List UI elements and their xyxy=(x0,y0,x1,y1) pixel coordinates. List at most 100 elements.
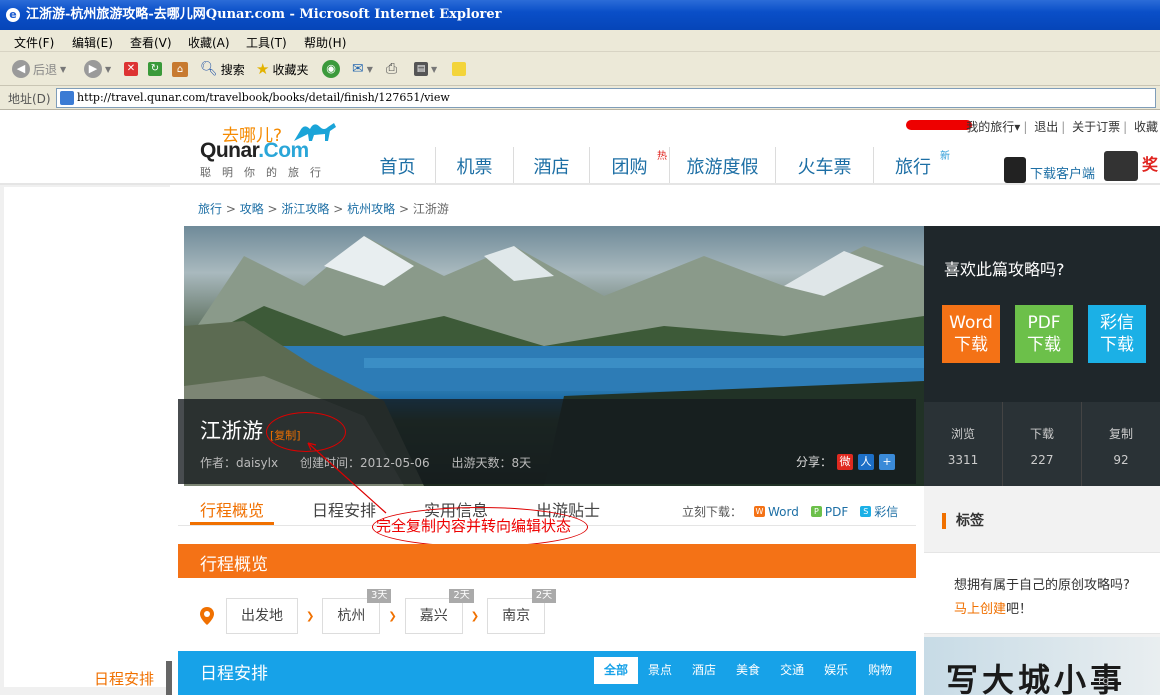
menu-view[interactable]: 查看(V) xyxy=(130,34,172,51)
guide-title: 江浙游 xyxy=(200,419,263,443)
about-booking-link[interactable]: 关于订票 xyxy=(1072,120,1120,134)
print-button[interactable]: ⎙ xyxy=(386,59,397,79)
menu-file[interactable]: 文件(F) xyxy=(14,34,54,51)
app-download-link[interactable]: 下载客户端 奖 xyxy=(1004,151,1160,183)
new-badge: 新 xyxy=(940,151,950,162)
mms-download-button[interactable]: 彩信 下载 xyxy=(1088,305,1146,363)
refresh-button[interactable]: ↻ xyxy=(148,59,162,79)
create-question: 想拥有属于自己的原创攻略吗? xyxy=(954,578,1130,593)
printer-icon: ⎙ xyxy=(386,61,398,77)
left-column xyxy=(0,185,170,695)
breadcrumb-current: 江浙游 xyxy=(412,202,449,216)
mail-button[interactable]: ✉ ▼ xyxy=(352,59,373,79)
filter-sights[interactable]: 景点 xyxy=(638,657,682,684)
window-title: 江浙游-杭州旅游攻略-去哪儿网Qunar.com - Microsoft Int… xyxy=(26,7,502,22)
menu-tools[interactable]: 工具(T) xyxy=(246,34,287,51)
word-download-button[interactable]: Word 下载 xyxy=(942,305,1000,363)
stat-downloads: 下载 227 xyxy=(1003,402,1082,486)
menu-favorites[interactable]: 收藏(A) xyxy=(188,34,230,51)
ad-banner[interactable]: 写大城小事 xyxy=(924,637,1160,695)
breadcrumb-hangzhou[interactable]: 杭州攻略 xyxy=(347,202,395,216)
route-stop[interactable]: 嘉兴 2天 xyxy=(404,589,474,634)
instant-pdf-link[interactable]: P PDF xyxy=(810,505,848,519)
filter-hotels[interactable]: 酒店 xyxy=(682,657,726,684)
window-titlebar: e 江浙游-杭州旅游攻略-去哪儿网Qunar.com - Microsoft I… xyxy=(0,0,1160,30)
route-stop[interactable]: 南京 2天 xyxy=(487,589,557,634)
filter-transport[interactable]: 交通 xyxy=(770,657,814,684)
url-text: http://travel.qunar.com/travelbook/books… xyxy=(77,91,450,104)
star-icon: ★ xyxy=(256,60,270,78)
edit-button[interactable]: ▤ ▼ xyxy=(414,59,437,79)
prize-badge: 奖 xyxy=(1142,155,1159,174)
nav-travel[interactable]: 旅行新 xyxy=(874,147,952,183)
media-button[interactable]: ◉ xyxy=(322,59,340,79)
logo-slogan: 聪明你的旅行 xyxy=(200,166,332,179)
tab-overview[interactable]: 行程概览 xyxy=(190,495,275,525)
right-sidebar: 标签 想拥有属于自己的原创攻略吗? 马上创建吧！ 写大城小事 xyxy=(924,486,1160,695)
toolbar: ◀ 后退 ▼ ▶ ▼ ✕ ↻ ⌂ 🔍︎ 搜索 ★ 收藏夹 ◉ ✉ ▼ ⎙ ▤ ▼ xyxy=(0,52,1160,86)
nav-train[interactable]: 火车票 xyxy=(776,147,874,183)
menu-edit[interactable]: 编辑(E) xyxy=(72,34,113,51)
annotation-note: 完全复制内容并转向编辑状态 xyxy=(376,517,572,535)
instant-word-link[interactable]: W Word xyxy=(754,505,799,519)
media-icon: ◉ xyxy=(322,60,340,78)
filter-food[interactable]: 美食 xyxy=(726,657,770,684)
page-icon xyxy=(60,91,74,105)
word-icon: W xyxy=(754,506,766,517)
pdf-download-button[interactable]: PDF 下载 xyxy=(1015,305,1073,363)
nav-flights[interactable]: 机票 xyxy=(436,147,514,183)
schedule-title: 日程安排 xyxy=(200,664,268,684)
menu-help[interactable]: 帮助(H) xyxy=(304,34,346,51)
search-button[interactable]: 🔍︎ 搜索 xyxy=(200,59,245,79)
filter-shopping[interactable]: 购物 xyxy=(858,657,902,684)
logo-english[interactable]: Qunar.Com xyxy=(200,139,309,163)
renren-share-icon[interactable]: 人 xyxy=(858,453,875,470)
filter-all[interactable]: 全部 xyxy=(594,657,639,684)
forward-button[interactable]: ▶ ▼ xyxy=(84,59,111,79)
home-button[interactable]: ⌂ xyxy=(172,59,188,79)
tab-schedule[interactable]: 日程安排 xyxy=(302,495,386,525)
breadcrumb-zhejiang[interactable]: 浙江攻略 xyxy=(281,202,329,216)
dropdown-arrow-icon: ▼ xyxy=(105,64,112,74)
phone-icon xyxy=(1004,157,1026,183)
nav-vacation[interactable]: 旅游度假 xyxy=(670,147,776,183)
instant-download: 立刻下载： W Word P PDF S 彩信 xyxy=(682,503,899,520)
chevron-right-icon: ❯ xyxy=(388,610,397,622)
logout-link[interactable]: 退出 xyxy=(1034,120,1058,134)
tags-box: 标签 xyxy=(924,498,1160,558)
left-nav-schedule[interactable]: 日程安排 xyxy=(94,668,154,689)
hot-badge: 热 xyxy=(657,151,667,162)
overview-section-header: 行程概览 xyxy=(178,544,916,578)
back-button[interactable]: ◀ 后退 ▼ xyxy=(12,59,66,79)
discuss-button[interactable] xyxy=(452,59,466,79)
breadcrumb-travel[interactable]: 旅行 xyxy=(198,202,222,216)
forward-arrow-icon: ▶ xyxy=(84,60,102,78)
mail-icon: ✉ xyxy=(352,61,364,77)
nav-hotels[interactable]: 酒店 xyxy=(514,147,590,183)
chevron-right-icon: ❯ xyxy=(306,610,315,622)
stop-icon: ✕ xyxy=(124,62,138,76)
left-nav-indicator xyxy=(166,661,172,695)
nav-groupbuy[interactable]: 团购热 xyxy=(590,147,670,183)
route-start[interactable]: 出发地 xyxy=(226,598,298,634)
instant-mms-link[interactable]: S 彩信 xyxy=(860,503,898,520)
favorites-link[interactable]: 收藏 xyxy=(1134,120,1158,134)
favorites-button[interactable]: ★ 收藏夹 xyxy=(256,59,308,79)
route-stop[interactable]: 杭州 3天 xyxy=(322,589,392,634)
weibo-share-icon[interactable]: 微 xyxy=(837,453,854,470)
overview-title: 行程概览 xyxy=(200,555,268,575)
filter-entertainment[interactable]: 娱乐 xyxy=(814,657,858,684)
web-page: 我的旅行▾ | 退出 | 关于订票 | 收藏 去哪儿? Qunar.Com 聪明你的旅… xyxy=(0,111,1160,695)
annotation-circle-copy xyxy=(266,412,346,452)
url-input[interactable]: http://travel.qunar.com/travelbook/books… xyxy=(56,88,1156,108)
days-badge: 2天 xyxy=(449,589,474,603)
plus-share-icon[interactable]: + xyxy=(879,453,896,470)
create-now-link[interactable]: 马上创建 xyxy=(954,602,1006,617)
my-trips-link[interactable]: 我的旅行▾ xyxy=(966,120,1020,134)
stop-button[interactable]: ✕ xyxy=(124,59,138,79)
ie-icon: e xyxy=(6,8,20,22)
guide-meta: 作者：daisylx 创建时间：2012-05-06 出游天数：8天 xyxy=(200,454,549,471)
menu-bar: 文件(F) 编辑(E) 查看(V) 收藏(A) 工具(T) 帮助(H) xyxy=(0,30,1160,52)
breadcrumb-guides[interactable]: 攻略 xyxy=(240,202,264,216)
nav-home[interactable]: 首页 xyxy=(360,147,436,183)
